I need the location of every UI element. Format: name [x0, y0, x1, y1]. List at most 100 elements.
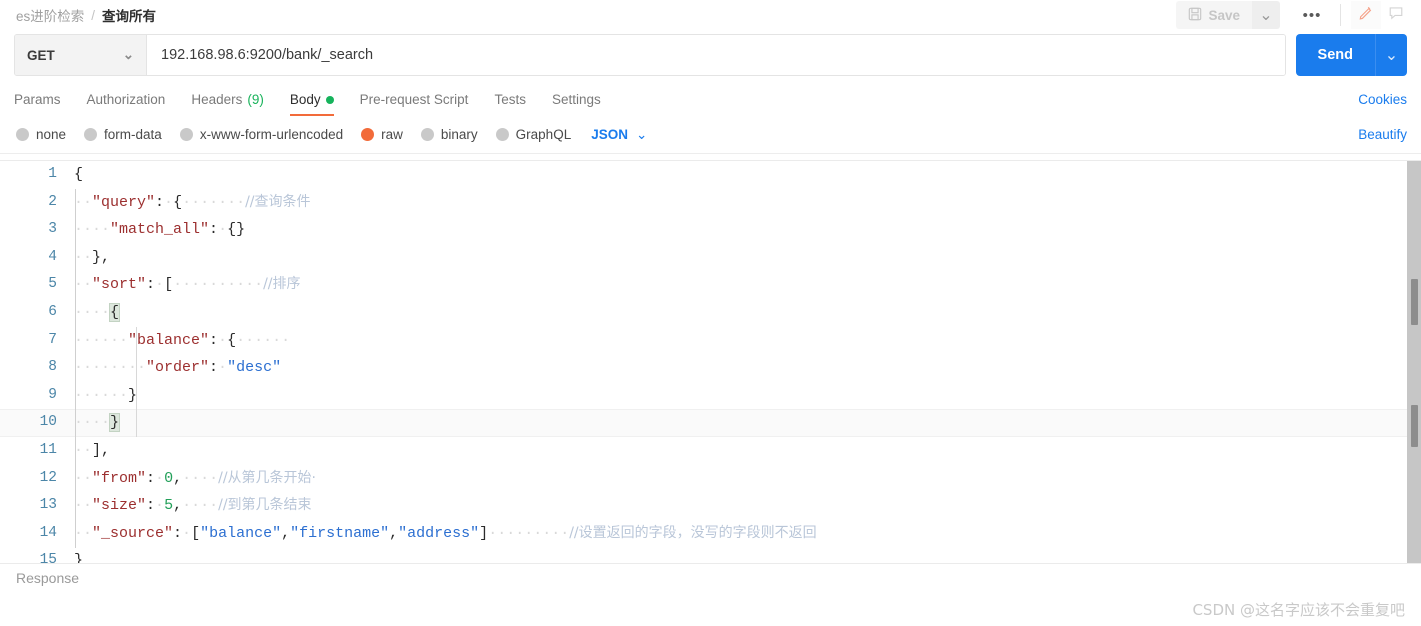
- code-line[interactable]: 14 ··"_source":·["balance","firstname","a…: [0, 520, 1421, 548]
- code-token: //排序: [263, 276, 301, 293]
- code-line[interactable]: 9 ······}: [0, 382, 1421, 410]
- request-body-editor[interactable]: 1{2 ··"query":·{·······//查询条件 3 ····"match_…: [0, 160, 1421, 564]
- tab-params[interactable]: Params: [14, 92, 74, 116]
- code-line-text[interactable]: ········"order":·"desc": [70, 354, 1421, 382]
- line-number: 11: [39, 441, 57, 458]
- line-number: 4: [48, 248, 57, 265]
- code-token: "order": [146, 359, 210, 377]
- code-line-text[interactable]: ····"match_all":·{}: [70, 216, 1421, 244]
- code-token: ,: [173, 497, 183, 515]
- code-line-text[interactable]: ······}: [70, 382, 1421, 410]
- code-line[interactable]: 11 ··],: [0, 437, 1421, 465]
- radio-icon: [16, 128, 29, 141]
- radio-icon: [420, 128, 434, 141]
- tab-label: Body: [289, 92, 321, 107]
- body-type-raw[interactable]: raw: [361, 127, 403, 142]
- code-line-text[interactable]: {: [70, 161, 1421, 189]
- code-token: 5: [164, 497, 174, 515]
- tab-tests[interactable]: Tests: [481, 92, 539, 116]
- more-actions-button[interactable]: •••: [1292, 1, 1332, 29]
- send-button[interactable]: Send: [1295, 34, 1375, 76]
- code-token: ·: [218, 221, 228, 239]
- code-line[interactable]: 4 ··},: [0, 244, 1421, 272]
- code-line-text[interactable]: ··},: [70, 244, 1421, 272]
- code-token: ·: [155, 497, 165, 515]
- code-line[interactable]: 13 ··"size":·5,····//到第几条结束: [0, 492, 1421, 520]
- tab-pre-request-script[interactable]: Pre-request Script: [347, 92, 482, 116]
- send-options-button[interactable]: ⌄: [1375, 34, 1407, 76]
- code-line[interactable]: 15}: [0, 547, 1421, 564]
- beautify-link[interactable]: Beautify: [1358, 127, 1407, 142]
- body-type-x-www-form-urlencoded[interactable]: x-www-form-urlencoded: [179, 127, 343, 142]
- code-line-text[interactable]: ··],: [70, 437, 1421, 465]
- body-type-label: GraphQL: [515, 127, 572, 142]
- code-line-text[interactable]: ····{: [70, 299, 1421, 327]
- save-button[interactable]: Save: [1176, 1, 1252, 29]
- code-token: :: [209, 221, 219, 239]
- headers-count: (9): [247, 92, 264, 107]
- code-line-text[interactable]: ······"balance":·{······: [70, 327, 1421, 355]
- response-section-label: Response: [16, 570, 80, 586]
- comments-button[interactable]: [1381, 1, 1411, 29]
- code-token: ··: [74, 193, 93, 211]
- code-line[interactable]: 8 ········"order":·"desc": [0, 354, 1421, 382]
- send-button-group: Send ⌄: [1295, 34, 1407, 76]
- code-token: },: [92, 248, 111, 266]
- line-number: 12: [39, 469, 57, 486]
- code-token: "balance": [200, 524, 282, 542]
- body-format-select[interactable]: JSON ⌄: [591, 127, 647, 143]
- body-type-form-data[interactable]: form-data: [84, 127, 162, 142]
- scrollbar-thumb[interactable]: [1411, 405, 1418, 447]
- tab-authorization[interactable]: Authorization: [74, 92, 179, 116]
- top-actions: Save ⌄ •••: [1176, 0, 1411, 30]
- save-dropdown-button[interactable]: ⌄: [1252, 1, 1280, 29]
- tab-settings[interactable]: Settings: [539, 92, 614, 116]
- code-line-text[interactable]: ··"sort":·[··········//排序: [70, 271, 1421, 299]
- code-token: "from": [92, 469, 147, 487]
- body-type-graphql[interactable]: GraphQL: [495, 127, 572, 142]
- line-number: 13: [39, 497, 57, 514]
- code-line[interactable]: 2 ··"query":·{·······//查询条件: [0, 189, 1421, 217]
- code-token: ··: [74, 497, 93, 515]
- line-number: 2: [48, 193, 57, 210]
- code-token: }: [74, 552, 84, 564]
- code-line-text[interactable]: ····}: [70, 409, 1421, 437]
- scrollbar-thumb[interactable]: [1411, 279, 1418, 325]
- code-token: 0: [164, 469, 174, 487]
- code-token: {: [173, 193, 183, 211]
- editor-vertical-scrollbar[interactable]: [1407, 161, 1421, 563]
- code-token: "_source": [92, 524, 174, 542]
- request-url-row: GET ⌄ 192.168.98.6:9200/bank/_search Sen…: [0, 30, 1421, 80]
- code-line[interactable]: 3 ····"match_all":·{}: [0, 216, 1421, 244]
- code-line[interactable]: 1{: [0, 161, 1421, 189]
- code-line-text[interactable]: ··"query":·{·······//查询条件: [70, 189, 1421, 217]
- indent-guide: [136, 327, 137, 437]
- tab-headers[interactable]: Headers (9): [178, 92, 277, 116]
- breadcrumb-current[interactable]: 查询所有: [102, 5, 156, 25]
- code-line[interactable]: 6 ····{: [0, 299, 1421, 327]
- code-line-text[interactable]: ··"size":·5,····//到第几条结束: [70, 492, 1421, 520]
- code-token: :: [146, 469, 156, 487]
- body-type-none[interactable]: none: [16, 127, 66, 142]
- breadcrumb-separator: /: [91, 7, 96, 23]
- code-line[interactable]: 7 ······"balance":·{······: [0, 327, 1421, 355]
- code-token: ·········: [488, 524, 570, 542]
- code-token: ··: [74, 524, 93, 542]
- code-line[interactable]: 5 ··"sort":·[··········//排序: [0, 271, 1421, 299]
- code-editor[interactable]: 1{2 ··"query":·{·······//查询条件 3 ····"match_…: [0, 161, 1421, 563]
- cookies-link[interactable]: Cookies: [1358, 92, 1407, 116]
- code-line[interactable]: 12 ··"from":·0,····//从第几条开始·: [0, 465, 1421, 493]
- http-method-select[interactable]: GET ⌄: [15, 35, 147, 75]
- url-input[interactable]: 192.168.98.6:9200/bank/_search: [147, 35, 1285, 75]
- code-line-text[interactable]: ··"from":·0,····//从第几条开始·: [70, 465, 1421, 493]
- code-line-text[interactable]: ··"_source":·["balance","firstname","add…: [70, 520, 1421, 548]
- edit-request-button[interactable]: [1351, 1, 1381, 29]
- body-type-binary[interactable]: binary: [420, 127, 478, 142]
- breadcrumb-parent[interactable]: es进阶检索: [16, 5, 84, 25]
- tab-body[interactable]: Body: [277, 92, 347, 116]
- code-line[interactable]: 10 ····}: [0, 409, 1421, 437]
- code-token: {: [109, 302, 121, 322]
- code-line-text[interactable]: }: [70, 547, 1421, 564]
- code-token: "match_all": [110, 221, 210, 239]
- code-token: //到第几条结束: [218, 497, 312, 514]
